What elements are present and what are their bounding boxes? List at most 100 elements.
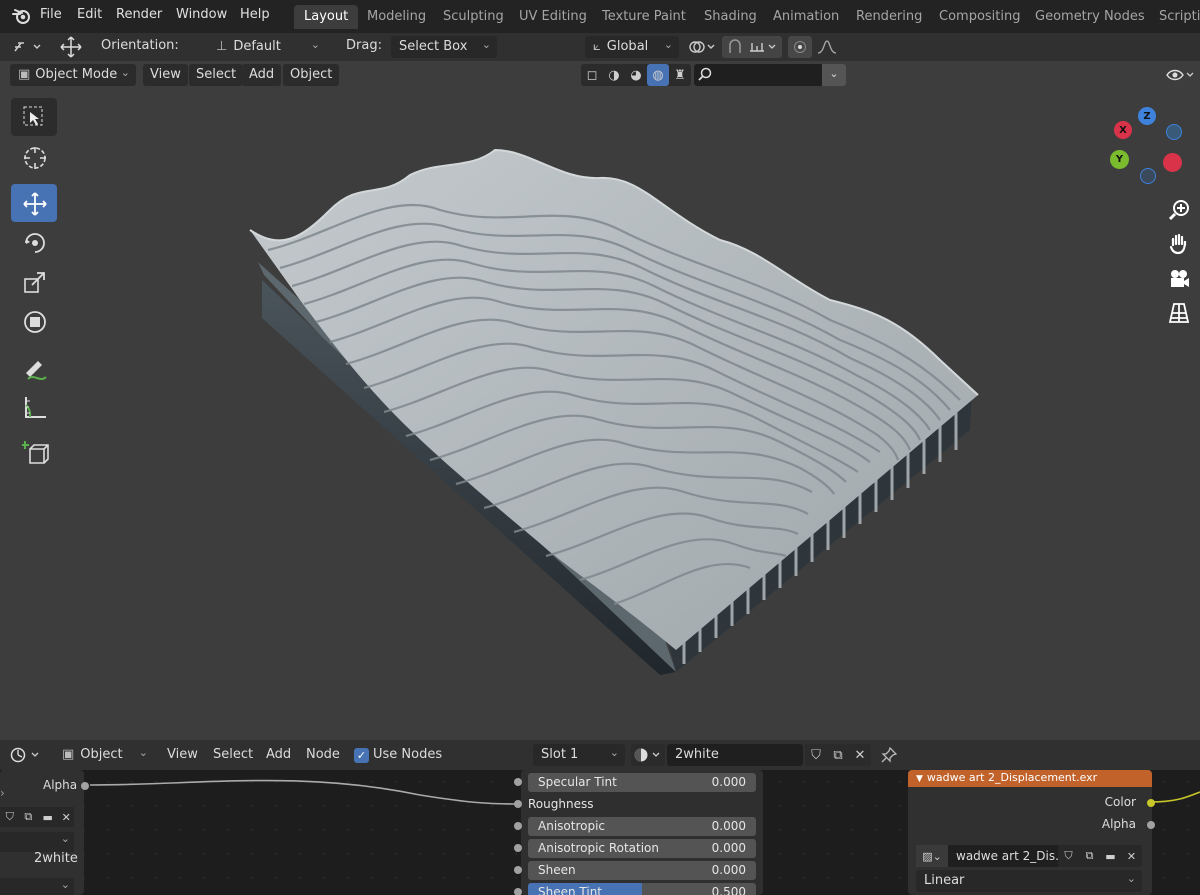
tab-rendering[interactable]: Rendering — [846, 5, 932, 29]
tab-modeling[interactable]: Modeling — [357, 5, 436, 29]
mode-dropdown[interactable]: ▣ Object Mode ⌄ — [10, 64, 136, 86]
proportional-edit-icon[interactable] — [788, 36, 812, 58]
menu-add[interactable]: Add — [242, 64, 282, 86]
anisotropic-field[interactable]: Anisotropic 0.000 — [528, 817, 756, 836]
shader-type-dropdown[interactable]: ▣ Object ⌄ — [54, 744, 154, 766]
zoom-icon[interactable] — [1165, 196, 1193, 224]
principled-bsdf-node[interactable]: Specular Tint 0.000 Roughness Anisotropi… — [521, 770, 763, 895]
left-node-dropdown[interactable]: ⌄ — [0, 832, 74, 852]
tool-measure[interactable] — [11, 388, 57, 426]
node-menu-view[interactable]: View — [167, 747, 198, 762]
wireframe-shading-icon[interactable]: ◻ — [581, 64, 603, 86]
menu-window[interactable]: Window — [176, 7, 227, 22]
collapse-icon[interactable]: ▼ — [916, 774, 923, 784]
left-node-alpha-socket[interactable] — [81, 782, 89, 790]
folder-icon[interactable]: ▬ — [39, 811, 56, 824]
left-node[interactable]: Alpha › ⛉ ⧉ ▬ ✕ ⌄ 2white ⌄ — [0, 770, 89, 895]
specular-tint-field[interactable]: Specular Tint 0.000 — [528, 773, 756, 792]
node-menu-add[interactable]: Add — [266, 747, 291, 762]
menu-file[interactable]: File — [40, 7, 62, 22]
search-dropdown-icon[interactable]: ⌄ — [822, 64, 846, 86]
gizmo-neg-y[interactable] — [1166, 124, 1182, 140]
tool-transform[interactable] — [11, 302, 57, 340]
tab-animation[interactable]: Animation — [763, 5, 849, 29]
unlink-material-icon[interactable]: ✕ — [849, 744, 871, 766]
image-texture-node[interactable]: ▼ wadwe art 2_Displacement.exr Color Alph… — [908, 770, 1152, 895]
slot-dropdown[interactable]: Slot 1 ⌄ — [533, 744, 625, 766]
close-icon[interactable]: ✕ — [58, 811, 74, 824]
shield-icon[interactable]: ⛉ — [1058, 849, 1079, 863]
solid-shading-icon[interactable]: ◑ — [603, 64, 625, 86]
3d-viewport[interactable] — [0, 89, 1200, 740]
gizmo-neg-x[interactable] — [1163, 153, 1182, 172]
material-name-field[interactable]: 2white — [667, 744, 803, 766]
menu-edit[interactable]: Edit — [77, 7, 102, 22]
tab-compositing[interactable]: Compositing — [929, 5, 1031, 29]
image-name-value[interactable]: wadwe art 2_Dis... — [948, 845, 1058, 867]
anisotropic-socket[interactable] — [514, 822, 522, 830]
gizmo-x-axis[interactable]: X — [1114, 121, 1132, 139]
tab-texture-paint[interactable]: Texture Paint — [592, 5, 696, 29]
search-input[interactable]: ⌄ — [694, 64, 846, 86]
overlay-icon[interactable]: ♜ — [669, 64, 691, 86]
tab-scripting[interactable]: Scriptin — [1149, 5, 1200, 29]
transform-pivot-icon[interactable] — [56, 34, 86, 60]
wave-mesh-object[interactable] — [0, 89, 1200, 740]
rendered-shading-icon[interactable]: ◍ — [647, 64, 669, 86]
material-preview-icon[interactable]: ◕ — [625, 64, 647, 86]
roughness-socket[interactable] — [514, 800, 522, 808]
anisotropic-rotation-field[interactable]: Anisotropic Rotation 0.000 — [528, 839, 756, 858]
gizmo-neg-z[interactable] — [1140, 168, 1156, 184]
snap-dropdown-icon[interactable] — [10, 36, 44, 58]
tool-select-box[interactable] — [11, 98, 57, 136]
folder-icon[interactable]: ▬ — [1100, 850, 1121, 863]
tool-add-cube[interactable] — [11, 432, 57, 470]
tab-geometry-nodes[interactable]: Geometry Nodes — [1025, 5, 1155, 29]
camera-icon[interactable] — [1165, 265, 1193, 293]
pivot-point-icon[interactable] — [686, 36, 718, 58]
editor-type-icon[interactable] — [8, 744, 44, 766]
sheen-socket[interactable] — [514, 866, 522, 874]
tab-layout[interactable]: Layout — [294, 5, 359, 29]
tool-rotate[interactable] — [11, 223, 57, 261]
duplicate-icon[interactable]: ⧉ — [1079, 849, 1100, 863]
node-menu-select[interactable]: Select — [213, 747, 253, 762]
tool-move[interactable] — [11, 184, 57, 222]
tool-scale[interactable] — [11, 262, 57, 300]
sheen-tint-socket[interactable] — [514, 888, 522, 895]
node-canvas[interactable]: Alpha › ⛉ ⧉ ▬ ✕ ⌄ 2white ⌄ Specular Tint… — [0, 770, 1200, 895]
orientation-dropdown[interactable]: ⊥ Default ⌄ — [208, 36, 326, 58]
duplicate-material-icon[interactable]: ⧉ — [827, 744, 849, 766]
menu-help[interactable]: Help — [240, 7, 270, 22]
perspective-grid-icon[interactable] — [1165, 299, 1193, 327]
use-nodes-checkbox[interactable]: ✓ — [354, 748, 369, 763]
duplicate-icon[interactable]: ⧉ — [20, 810, 37, 824]
tab-shading[interactable]: Shading — [694, 5, 767, 29]
specular-tint-socket[interactable] — [514, 778, 522, 786]
blender-logo-icon[interactable] — [10, 6, 32, 26]
menu-view[interactable]: View — [143, 64, 188, 86]
drag-dropdown[interactable]: Select Box ⌄ — [391, 36, 497, 58]
sheen-field[interactable]: Sheen 0.000 — [528, 861, 756, 880]
tool-cursor[interactable] — [11, 138, 57, 176]
tab-uv-editing[interactable]: UV Editing — [509, 5, 597, 29]
color-output-socket[interactable] — [1147, 799, 1155, 807]
tab-sculpting[interactable]: Sculpting — [433, 5, 514, 29]
shield-icon[interactable]: ⛉ — [2, 810, 18, 824]
pan-hand-icon[interactable] — [1165, 230, 1193, 258]
node-menu-node[interactable]: Node — [306, 747, 340, 762]
alpha-output-socket[interactable] — [1147, 821, 1155, 829]
gizmo-z-axis[interactable]: Z — [1138, 107, 1156, 125]
snap-toggle-icon[interactable] — [722, 36, 782, 58]
visibility-eye-icon[interactable] — [1164, 64, 1196, 86]
fake-user-shield-icon[interactable]: ⛉ — [805, 744, 827, 766]
menu-select[interactable]: Select — [189, 64, 244, 86]
anisotropic-rotation-socket[interactable] — [514, 844, 522, 852]
material-browse-icon[interactable] — [631, 744, 665, 766]
left-node-dropdown-2[interactable]: ⌄ — [0, 878, 74, 895]
transform-orientation-dropdown[interactable]: ⟀ Global ⌄ — [585, 36, 679, 58]
gizmo-y-axis[interactable]: Y — [1110, 150, 1129, 169]
interpolation-dropdown[interactable]: Linear ⌄ — [916, 870, 1142, 892]
falloff-icon[interactable] — [814, 36, 846, 58]
tool-annotate[interactable] — [11, 350, 57, 388]
